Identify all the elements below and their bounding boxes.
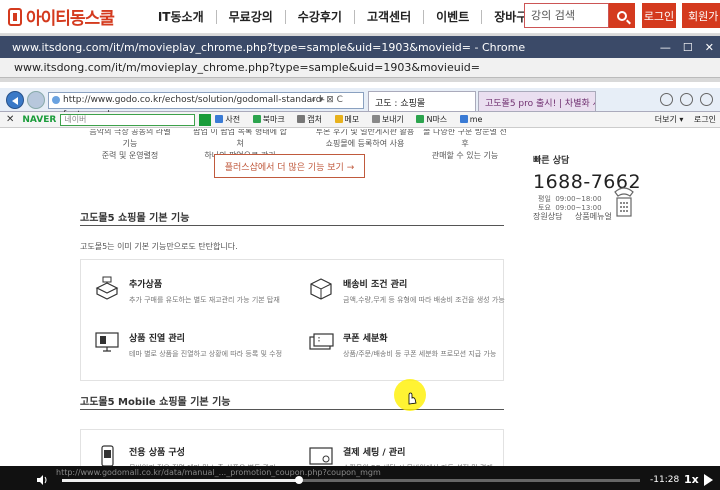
play-icon[interactable]	[704, 474, 713, 486]
section-mobile-divider	[80, 409, 504, 410]
boxes-icon	[95, 276, 119, 300]
remaining-time: -11:28	[650, 475, 680, 485]
join-button[interactable]: 회원가	[682, 3, 720, 28]
me-icon	[459, 115, 468, 123]
feature-title: 전용 상품 구성	[129, 448, 185, 458]
ie-address-bar[interactable]: http://www.godo.co.kr/echost/solution/go…	[48, 92, 364, 120]
nav-item-reviews[interactable]: 수강후기	[286, 9, 355, 24]
toolbar-dictionary[interactable]: 사전	[215, 115, 240, 124]
naver-toolbar-right: 더보기 ▾ 로그인	[647, 114, 716, 125]
naver-search-input[interactable]: 네이버	[60, 113, 196, 126]
site-nav: IT동소개 무료강의 수강후기 고객센터 이벤트 장바구니	[146, 9, 551, 24]
nav-item-support[interactable]: 고객센터	[355, 9, 425, 24]
maximize-icon[interactable]: ☐	[683, 41, 693, 54]
tab-godo-shop[interactable]: 고도 : 쇼핑몰	[368, 91, 476, 111]
close-toolbar-icon[interactable]: ✕	[6, 114, 14, 125]
section-mobile-title: 고도몰5 Mobile 쇼핑몰 기본 기능	[80, 397, 231, 408]
feature-desc: 금액,수량,무게 등 유형에 따라 배송비 조건을 생성 가능	[343, 296, 505, 304]
feature-desc: 추가 구매를 유도하는 별도 재고관리 가능 기본 탑재	[129, 296, 280, 304]
player-status-url: http://www.godomall.co.kr/data/manual_..…	[56, 468, 381, 477]
forward-icon[interactable]	[27, 91, 45, 109]
logo-icon	[8, 7, 22, 26]
send-icon	[371, 115, 380, 123]
basic-feature-card: 추가상품 추가 구매를 유도하는 별도 재고관리 가능 기본 탑재 배송비 조건…	[80, 259, 505, 381]
nav-item-intro[interactable]: IT동소개	[146, 9, 217, 24]
capture-icon	[297, 115, 306, 123]
memo-icon	[334, 115, 343, 123]
toolbar-me[interactable]: me	[459, 115, 482, 124]
feature-cut-left: 음악의 극장 공동의 라벨기능 준력 및 운영렬정	[89, 129, 171, 160]
naver-toolbar: ✕ NAVER 네이버 사전 북마크 캡처 메모 보내기 N마스 me 더보기 …	[0, 112, 720, 128]
toolbar-capture[interactable]: 캡처	[297, 115, 322, 124]
package-icon	[310, 278, 332, 300]
feature-coupon-detail[interactable]: 쿠폰 세분화 상품/주문/배송비 등 쿠폰 세분화 프로모션 지급 가능	[307, 330, 496, 359]
lecture-search-input[interactable]: 강의 검색	[524, 3, 609, 28]
toolbar-more-button[interactable]: 더보기 ▾	[655, 115, 684, 124]
naver-search-icon[interactable]	[199, 113, 212, 126]
page-content: 음악의 극장 공동의 라벨기능 준력 및 운영렬정 팝업 이 팝업 목록 형태에…	[0, 129, 720, 472]
feature-title: 쿠폰 세분화	[343, 334, 388, 344]
toolbar-nmas[interactable]: N마스	[416, 115, 447, 124]
consult-link-2[interactable]: 상품메뉴얼	[575, 212, 612, 221]
progress-handle[interactable]	[294, 476, 303, 484]
ie-browser: http://www.godo.co.kr/echost/solution/go…	[0, 82, 720, 472]
plus-shop-more-button[interactable]: 플러스샵에서 더 많은 기능 보기 →	[214, 154, 365, 178]
nav-item-events[interactable]: 이벤트	[424, 9, 483, 24]
tab-godomall-pro[interactable]: 고도몰5 pro 출시! | 차별화 시...	[478, 91, 596, 111]
back-icon[interactable]	[6, 91, 24, 109]
search-button[interactable]	[609, 3, 635, 28]
progress-fill	[62, 479, 299, 482]
feature-title: 상품 진열 관리	[129, 334, 185, 344]
feature-shipping-condition[interactable]: 배송비 조건 관리 금액,수량,무게 등 유형에 따라 배송비 조건을 생성 가…	[307, 276, 505, 305]
payment-screen-icon	[309, 447, 333, 465]
volume-icon[interactable]	[36, 474, 48, 486]
feature-title: 결제 세팅 / 관리	[343, 448, 406, 458]
minimize-icon[interactable]: —	[660, 41, 671, 54]
address-actions-icon[interactable]: ⌕ ▾ ⊠ C	[311, 93, 343, 108]
feature-desc: 테마 별로 상품을 진열하고 상황에 따라 등록 및 수정	[129, 350, 283, 358]
settings-gear-icon[interactable]	[700, 93, 713, 106]
screen-root: { "site": { "logo": "아이티동스쿨", "nav": ["I…	[0, 0, 720, 490]
naver-logo: NAVER	[22, 114, 57, 125]
playback-speed-button[interactable]: 1x	[684, 473, 699, 486]
nmas-icon	[416, 115, 425, 123]
section-basic-desc: 고도몰5는 이미 기본 기능만으로도 탄탄합니다.	[80, 242, 238, 251]
feature-title: 배송비 조건 관리	[343, 280, 408, 290]
quick-consult-label: 빠른 상담	[533, 156, 570, 166]
toolbar-send[interactable]: 보내기	[371, 115, 404, 124]
toolbar-login-button[interactable]: 로그인	[694, 115, 716, 124]
monitor-icon	[95, 332, 119, 352]
bookmark-icon	[252, 115, 261, 123]
feature-cut-far: 몰 다양한 구분 방문별 전후 관매할 수 있는 기능	[423, 129, 507, 160]
toolbar-bookmark[interactable]: 북마크	[252, 115, 285, 124]
consult-link-1[interactable]: 장원상담	[533, 212, 562, 221]
logo-text: 아이티동스쿨	[26, 9, 115, 29]
feature-desc: 상품/주문/배송비 등 쿠폰 세분화 프로모션 지급 가능	[343, 350, 497, 358]
chrome-address-bar[interactable]: www.itsdong.com/it/m/movieplay_chrome.ph…	[0, 58, 720, 78]
login-button[interactable]: 로그인	[642, 3, 676, 28]
section-basic-title: 고도몰5 쇼핑몰 기본 기능	[80, 213, 190, 224]
home-icon[interactable]	[660, 93, 673, 106]
mobile-phone-icon	[101, 445, 114, 467]
chrome-window-title: www.itsdong.com/it/m/movieplay_chrome.ph…	[0, 36, 720, 58]
site-logo[interactable]: 아이티동스쿨	[8, 4, 115, 29]
close-icon[interactable]: ✕	[705, 41, 714, 54]
consult-links: 장원상담 상품메뉴얼	[533, 211, 622, 222]
feature-cut-right: 투본 후기 및 일반게시판 활용 쇼핑몰에 등록하여 사용	[315, 129, 415, 148]
toolbar-memo[interactable]: 메모	[334, 115, 359, 124]
window-controls: — ☐ ✕	[648, 36, 714, 58]
favorites-icon[interactable]	[680, 93, 693, 106]
section-basic-divider	[80, 225, 504, 226]
search-icon	[617, 10, 627, 21]
hand-cursor-icon	[408, 392, 417, 405]
feature-title: 추가상품	[129, 280, 163, 290]
telephone-icon	[614, 187, 634, 217]
feature-additional-product[interactable]: 추가상품 추가 구매를 유도하는 별도 재고관리 가능 기본 탑재	[93, 276, 280, 305]
feature-product-display[interactable]: 상품 진열 관리 테마 별로 상품을 진열하고 상황에 따라 등록 및 수정	[93, 330, 282, 359]
dictionary-icon	[215, 115, 224, 123]
nav-item-free-lectures[interactable]: 무료강의	[217, 9, 286, 24]
coupon-icon	[309, 333, 334, 350]
naver-toolbar-items: 사전 북마크 캡처 메모 보내기 N마스 me	[215, 114, 492, 125]
ie-toolbar: http://www.godo.co.kr/echost/solution/go…	[0, 88, 720, 120]
